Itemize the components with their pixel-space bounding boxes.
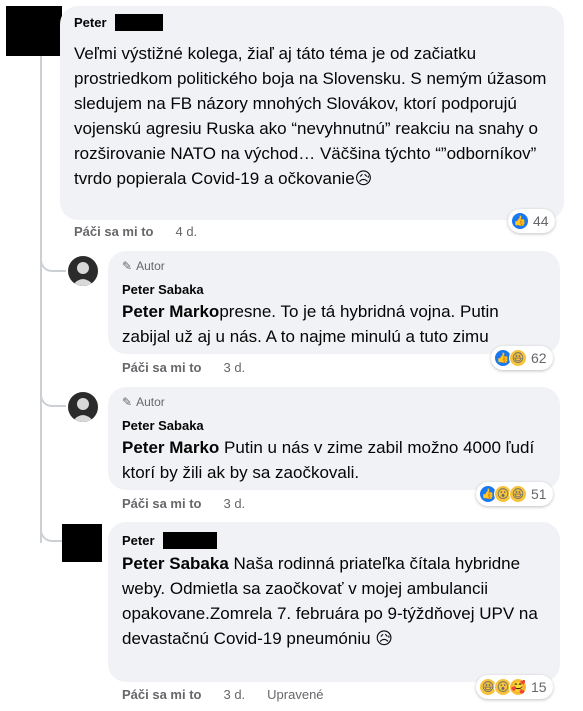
reply-author[interactable]: Peter bbox=[122, 533, 155, 548]
reply-actions: Páči sa mi to 3 d. bbox=[122, 496, 245, 511]
reply-author[interactable]: Peter Sabaka bbox=[122, 282, 204, 297]
like-button[interactable]: Páči sa mi to bbox=[122, 360, 201, 375]
avatar[interactable] bbox=[6, 6, 62, 56]
thread-connector bbox=[40, 520, 62, 542]
reply-bubble: ✎ Autor Peter Sabaka Peter Markopresne. … bbox=[108, 251, 560, 354]
mention-link[interactable]: Peter Marko bbox=[122, 438, 219, 457]
timestamp[interactable]: 3 d. bbox=[223, 360, 245, 375]
author-badge: Autor bbox=[136, 259, 165, 273]
comment-actions: Páči sa mi to 4 d. bbox=[74, 224, 197, 239]
pencil-icon: ✎ bbox=[122, 395, 133, 409]
redacted-name bbox=[114, 14, 163, 32]
avatar[interactable] bbox=[62, 524, 102, 562]
mention-link[interactable]: Peter Sabaka bbox=[122, 554, 229, 573]
redacted-name bbox=[162, 532, 217, 550]
avatar[interactable] bbox=[68, 256, 98, 286]
reaction-count: 15 bbox=[531, 679, 547, 695]
like-button[interactable]: Páči sa mi to bbox=[122, 496, 201, 511]
care-icon: 🥰 bbox=[509, 678, 527, 696]
comment-bubble: Peter Veľmi výstižné kolega, žiaľ aj tát… bbox=[60, 6, 564, 220]
comment-text: Veľmi výstižné kolega, žiaľ aj táto téma… bbox=[74, 44, 547, 188]
reaction-summary[interactable]: 👍 44 bbox=[508, 209, 555, 233]
reaction-summary[interactable]: 😆 😮 🥰 15 bbox=[476, 675, 553, 699]
reaction-count: 44 bbox=[533, 213, 549, 229]
mention-link[interactable]: Peter Marko bbox=[122, 302, 219, 321]
thread-mask bbox=[36, 543, 44, 711]
like-button[interactable]: Páči sa mi to bbox=[122, 687, 201, 702]
haha-icon: 😆 bbox=[509, 349, 527, 367]
thread-connector bbox=[40, 250, 66, 272]
timestamp[interactable]: 4 d. bbox=[175, 224, 197, 239]
like-button[interactable]: Páči sa mi to bbox=[74, 224, 153, 239]
reaction-summary[interactable]: 👍 😮 😆 51 bbox=[476, 482, 553, 506]
reaction-count: 62 bbox=[531, 350, 547, 366]
comment-author[interactable]: Peter bbox=[74, 15, 107, 30]
reply-bubble: Peter Peter Sabaka Naša rodinná priateľk… bbox=[108, 522, 560, 682]
edited-label: Upravené bbox=[267, 687, 324, 702]
like-icon: 👍 bbox=[511, 212, 529, 230]
avatar[interactable] bbox=[68, 392, 98, 422]
reply-author[interactable]: Peter Sabaka bbox=[122, 418, 204, 433]
reply-bubble: ✎ Autor Peter Sabaka Peter Marko Putin u… bbox=[108, 387, 560, 490]
thread-connector bbox=[40, 385, 66, 407]
pencil-icon: ✎ bbox=[122, 259, 133, 273]
reply-actions: Páči sa mi to 3 d. Upravené bbox=[122, 687, 324, 702]
haha-icon: 😆 bbox=[509, 485, 527, 503]
timestamp[interactable]: 3 d. bbox=[223, 687, 245, 702]
reply-actions: Páči sa mi to 3 d. bbox=[122, 360, 245, 375]
reaction-count: 51 bbox=[531, 486, 547, 502]
author-badge: Autor bbox=[136, 395, 165, 409]
reaction-summary[interactable]: 👍 😆 62 bbox=[491, 346, 553, 370]
timestamp[interactable]: 3 d. bbox=[223, 496, 245, 511]
